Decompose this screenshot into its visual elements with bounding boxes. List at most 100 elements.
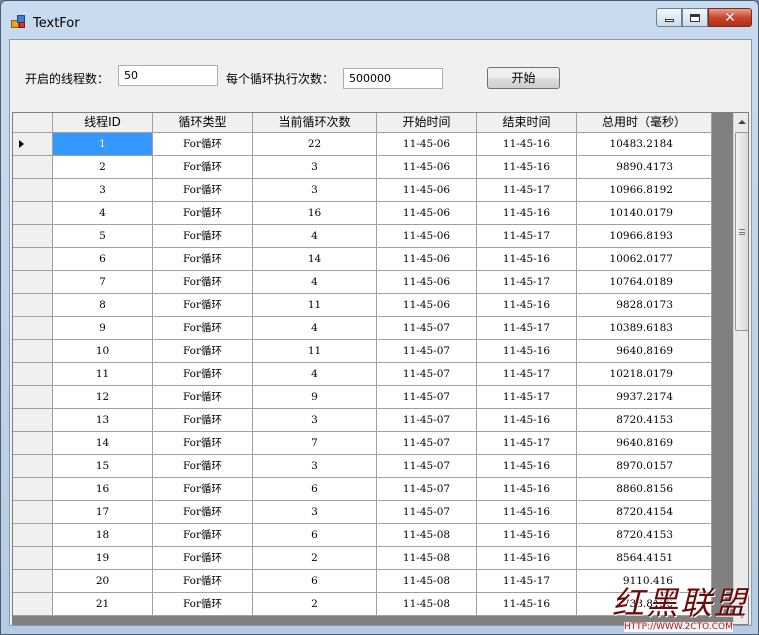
cell-current-count[interactable]: 6 — [253, 524, 377, 547]
table-row[interactable]: 13 For循环 3 11-45-07 11-45-16 8720.4153 — [13, 409, 712, 432]
cell-current-count[interactable]: 11 — [253, 340, 377, 363]
cell-total-ms[interactable]: 9937.2174 — [577, 386, 712, 409]
cell-total-ms[interactable]: 10966.8193 — [577, 225, 712, 248]
cell-end-time[interactable]: 11-45-17 — [477, 179, 577, 202]
cell-end-time[interactable]: 11-45-16 — [477, 340, 577, 363]
column-header-start-time[interactable]: 开始时间 — [377, 113, 477, 133]
row-header[interactable] — [13, 179, 53, 202]
cell-current-count[interactable]: 22 — [253, 133, 377, 156]
cell-total-ms[interactable]: 10966.8192 — [577, 179, 712, 202]
row-header[interactable] — [13, 432, 53, 455]
cell-start-time[interactable]: 11-45-07 — [377, 409, 477, 432]
cell-thread-id[interactable]: 11 — [53, 363, 153, 386]
cell-total-ms[interactable]: 10062.0177 — [577, 248, 712, 271]
table-row[interactable]: 6 For循环 14 11-45-06 11-45-16 10062.0177 — [13, 248, 712, 271]
cell-start-time[interactable]: 11-45-06 — [377, 202, 477, 225]
minimize-button[interactable] — [656, 8, 682, 27]
scroll-thumb[interactable] — [735, 132, 748, 331]
cell-current-count[interactable]: 2 — [253, 547, 377, 570]
cell-end-time[interactable]: 11-45-17 — [477, 317, 577, 340]
cell-total-ms[interactable]: 9828.0173 — [577, 294, 712, 317]
cell-start-time[interactable]: 11-45-07 — [377, 432, 477, 455]
cell-thread-id[interactable]: 18 — [53, 524, 153, 547]
cell-start-time[interactable]: 11-45-07 — [377, 478, 477, 501]
table-row[interactable]: 19 For循环 2 11-45-08 11-45-16 8564.4151 — [13, 547, 712, 570]
cell-total-ms[interactable]: 10389.6183 — [577, 317, 712, 340]
cell-start-time[interactable]: 11-45-08 — [377, 593, 477, 616]
row-header[interactable] — [13, 409, 53, 432]
cell-end-time[interactable]: 11-45-17 — [477, 570, 577, 593]
cell-loop-type[interactable]: For循环 — [153, 225, 253, 248]
cell-thread-id[interactable]: 7 — [53, 271, 153, 294]
cell-thread-id[interactable]: 21 — [53, 593, 153, 616]
table-row[interactable]: 9 For循环 4 11-45-07 11-45-17 10389.6183 — [13, 317, 712, 340]
start-button[interactable]: 开始 — [487, 67, 560, 89]
cell-loop-type[interactable]: For循环 — [153, 179, 253, 202]
cell-end-time[interactable]: 11-45-16 — [477, 294, 577, 317]
column-header-current-count[interactable]: 当前循环次数 — [253, 113, 377, 133]
row-header[interactable] — [13, 386, 53, 409]
cell-loop-type[interactable]: For循环 — [153, 478, 253, 501]
table-row[interactable]: 10 For循环 11 11-45-07 11-45-16 9640.8169 — [13, 340, 712, 363]
cell-loop-type[interactable]: For循环 — [153, 248, 253, 271]
table-row[interactable]: 5 For循环 4 11-45-06 11-45-17 10966.8193 — [13, 225, 712, 248]
title-bar[interactable]: TextFor ✕ — [1, 1, 758, 33]
cell-thread-id[interactable]: 6 — [53, 248, 153, 271]
cell-current-count[interactable]: 3 — [253, 501, 377, 524]
cell-thread-id[interactable]: 2 — [53, 156, 153, 179]
cell-loop-type[interactable]: For循环 — [153, 570, 253, 593]
cell-loop-type[interactable]: For循环 — [153, 455, 253, 478]
cell-end-time[interactable]: 11-45-16 — [477, 501, 577, 524]
cell-end-time[interactable]: 11-45-16 — [477, 156, 577, 179]
table-row[interactable]: 18 For循环 6 11-45-08 11-45-16 8720.4153 — [13, 524, 712, 547]
cell-start-time[interactable]: 11-45-07 — [377, 363, 477, 386]
vertical-scrollbar[interactable] — [733, 113, 748, 624]
cell-current-count[interactable]: 9 — [253, 386, 377, 409]
column-header-thread-id[interactable]: 线程ID — [53, 113, 153, 133]
data-grid[interactable]: 线程ID 循环类型 当前循环次数 开始时间 结束时间 总用时（毫秒） 1 For循… — [12, 112, 749, 625]
cell-end-time[interactable]: 11-45-16 — [477, 409, 577, 432]
cell-total-ms[interactable]: 9890.4173 — [577, 156, 712, 179]
cell-loop-type[interactable]: For循环 — [153, 271, 253, 294]
thread-count-input[interactable]: 50 — [118, 65, 218, 86]
cell-end-time[interactable]: 11-45-16 — [477, 202, 577, 225]
cell-start-time[interactable]: 11-45-06 — [377, 156, 477, 179]
table-row[interactable]: 7 For循环 4 11-45-06 11-45-17 10764.0189 — [13, 271, 712, 294]
cell-thread-id[interactable]: 14 — [53, 432, 153, 455]
cell-end-time[interactable]: 11-45-17 — [477, 271, 577, 294]
close-button[interactable]: ✕ — [708, 8, 752, 27]
cell-start-time[interactable]: 11-45-07 — [377, 455, 477, 478]
cell-start-time[interactable]: 11-45-06 — [377, 248, 477, 271]
row-header[interactable] — [13, 593, 53, 616]
cell-start-time[interactable]: 11-45-07 — [377, 340, 477, 363]
cell-thread-id[interactable]: 12 — [53, 386, 153, 409]
cell-total-ms[interactable]: 9640.8169 — [577, 432, 712, 455]
row-header[interactable] — [13, 156, 53, 179]
table-row[interactable]: 14 For循环 7 11-45-07 11-45-17 9640.8169 — [13, 432, 712, 455]
cell-total-ms[interactable]: 10140.0179 — [577, 202, 712, 225]
cell-loop-type[interactable]: For循环 — [153, 133, 253, 156]
cell-end-time[interactable]: 11-45-16 — [477, 593, 577, 616]
row-header[interactable] — [13, 133, 53, 156]
cell-current-count[interactable]: 4 — [253, 225, 377, 248]
row-header[interactable] — [13, 271, 53, 294]
cell-end-time[interactable]: 11-45-17 — [477, 386, 577, 409]
cell-total-ms[interactable]: 8720.4154 — [577, 501, 712, 524]
cell-end-time[interactable]: 11-45-16 — [477, 455, 577, 478]
cell-thread-id[interactable]: 13 — [53, 409, 153, 432]
cell-current-count[interactable]: 11 — [253, 294, 377, 317]
cell-end-time[interactable]: 11-45-17 — [477, 363, 577, 386]
cell-loop-type[interactable]: For循环 — [153, 593, 253, 616]
cell-current-count[interactable]: 6 — [253, 478, 377, 501]
cell-total-ms[interactable]: 10764.0189 — [577, 271, 712, 294]
cell-current-count[interactable]: 4 — [253, 271, 377, 294]
cell-current-count[interactable]: 16 — [253, 202, 377, 225]
cell-end-time[interactable]: 11-45-16 — [477, 133, 577, 156]
cell-total-ms[interactable]: 10218.0179 — [577, 363, 712, 386]
maximize-button[interactable] — [682, 8, 708, 27]
row-header[interactable] — [13, 317, 53, 340]
cell-current-count[interactable]: 3 — [253, 455, 377, 478]
row-header[interactable] — [13, 248, 53, 271]
cell-current-count[interactable]: 14 — [253, 248, 377, 271]
cell-start-time[interactable]: 11-45-06 — [377, 133, 477, 156]
